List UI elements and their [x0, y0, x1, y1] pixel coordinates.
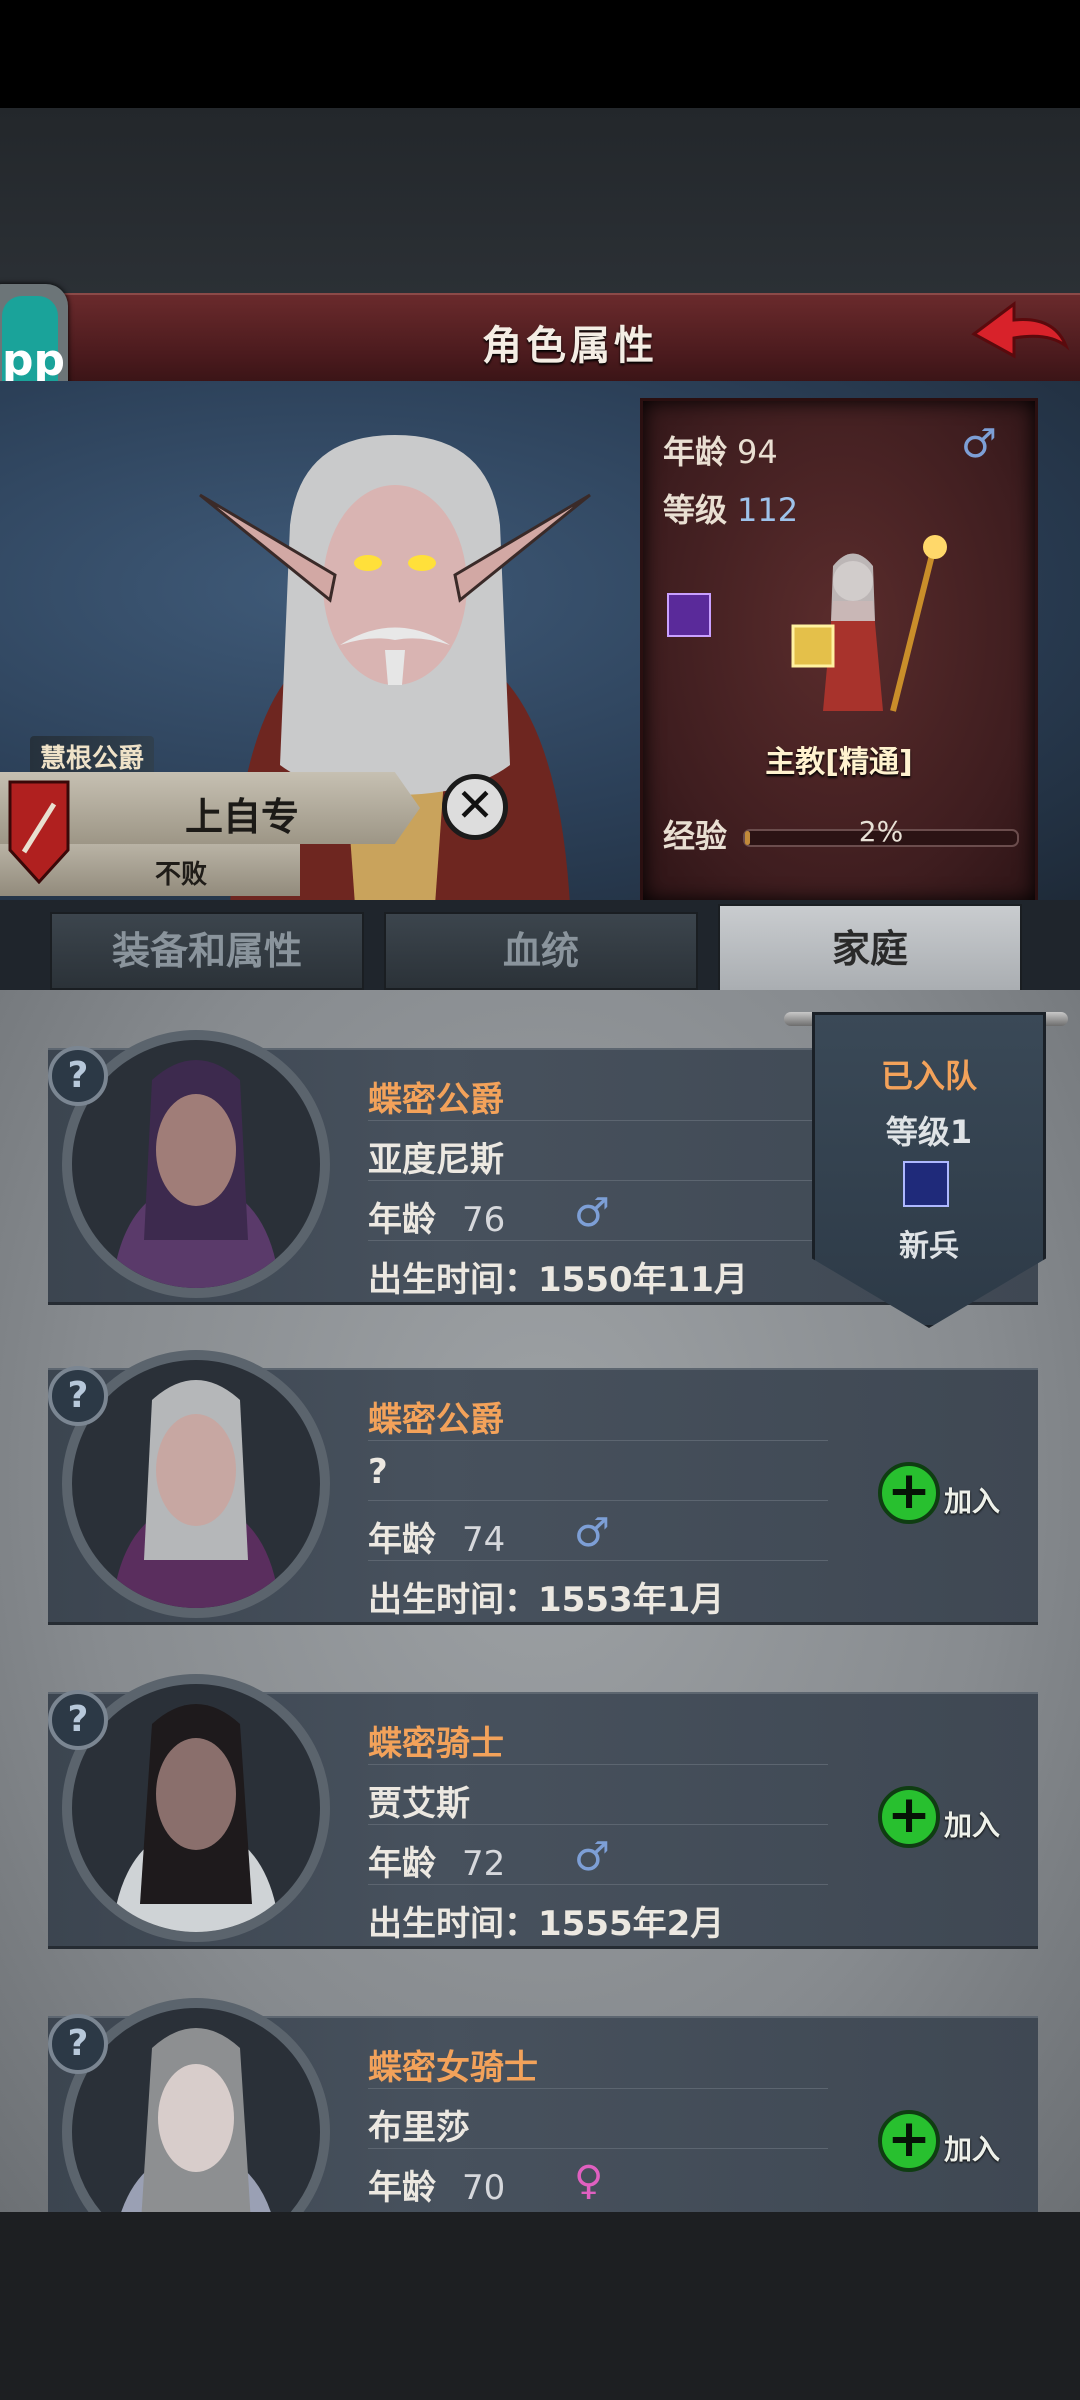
divider — [368, 1180, 828, 1181]
skill-icon[interactable] — [667, 593, 711, 637]
help-icon[interactable]: ? — [48, 1046, 108, 1106]
member-rank: 蝶密骑士 — [368, 1724, 504, 1764]
page-header: 角色属性 — [60, 293, 1080, 386]
join-button[interactable]: + 加入 — [878, 2110, 1018, 2176]
page-title: 角色属性 — [482, 323, 658, 369]
background-band — [0, 108, 1080, 293]
tab-family[interactable]: 家庭 — [718, 904, 1022, 994]
team-level: 等级1 — [885, 1113, 973, 1151]
status-bar — [0, 0, 1080, 108]
divider — [368, 2148, 828, 2149]
exp-label: 经验 — [663, 817, 728, 855]
age-label: 年龄 — [368, 1200, 436, 1240]
class-name: 主教[精通] — [765, 745, 913, 780]
divider — [368, 1240, 828, 1241]
age-label: 年龄 — [368, 1520, 436, 1560]
divider — [368, 1824, 828, 1825]
join-button[interactable]: + 加入 — [878, 1462, 1018, 1528]
male-gender-icon: ♂ — [574, 1190, 610, 1236]
tab-bar: 装备和属性 血统 家庭 — [0, 900, 1080, 994]
age-value: 74 — [462, 1520, 506, 1560]
help-icon[interactable]: ? — [48, 2014, 108, 2074]
member-rank: 蝶密公爵 — [368, 1400, 504, 1440]
divider — [368, 1120, 828, 1121]
member-birth: 出生时间：1550年11月 — [368, 1260, 748, 1300]
navigation-bar — [0, 2212, 1080, 2400]
age-value: 76 — [462, 1200, 506, 1240]
join-label: 加入 — [944, 1485, 1001, 1518]
hero-area: 年龄94 ♂ 等级112 主教[精通] 经验 2% 慧根公爵 上自专 不败 — [0, 381, 1080, 901]
divider — [368, 2088, 828, 2089]
divider — [368, 1764, 828, 1765]
join-button[interactable]: + 加入 — [878, 1786, 1018, 1852]
member-age: 年龄 70 — [368, 2160, 505, 2209]
help-icon[interactable]: ? — [48, 1690, 108, 1750]
divider — [368, 1560, 828, 1561]
plus-icon: + — [878, 1786, 940, 1848]
tab-bloodline[interactable]: 血统 — [384, 912, 698, 990]
plus-icon: + — [878, 2110, 940, 2172]
member-age: 年龄 74 — [368, 1512, 505, 1561]
member-age: 年龄 76 — [368, 1192, 505, 1241]
member-name: 布里莎 — [368, 2108, 470, 2148]
character-epithet: 不败 — [155, 860, 208, 890]
list-item[interactable]: ? 蝶密公爵 ? 年龄 74 ♂ 出生时间：1553年1月 + 加入 — [48, 1350, 1038, 1625]
divider — [368, 1884, 828, 1885]
level-label: 等级 — [663, 491, 728, 529]
sword-shield-icon — [8, 780, 70, 884]
age-label: 年龄 — [663, 433, 728, 471]
stats-panel: 年龄 94 ♂ 等级 112 主教[精通] 经验 2% — [640, 398, 1038, 901]
male-gender-icon: ♂ — [574, 1510, 610, 1556]
exp-value: 2% — [858, 815, 904, 848]
back-arrow-icon[interactable] — [970, 298, 1070, 376]
age-value: 70 — [462, 2168, 506, 2208]
member-birth: 出生时间：1555年2月 — [368, 1904, 725, 1944]
team-status: 已入队 — [880, 1057, 977, 1095]
character-name: 上自专 — [185, 795, 300, 839]
male-gender-icon: ♂ — [574, 1834, 610, 1880]
divider — [368, 1500, 828, 1501]
close-icon[interactable]: ✕ — [442, 774, 508, 840]
list-item[interactable]: ? 蝶密女骑士 布里莎 年龄 70 ♀ + 加入 — [48, 1998, 1038, 2212]
divider — [368, 1440, 828, 1441]
member-name: 亚度尼斯 — [368, 1140, 504, 1180]
member-name: 贾艾斯 — [368, 1784, 470, 1824]
age-value: 94 — [737, 433, 778, 471]
female-gender-icon: ♀ — [574, 2158, 604, 2204]
exp-progress-bar: 2% — [743, 815, 1019, 848]
unit-type: 新兵 — [899, 1229, 959, 1264]
age-value: 72 — [462, 1844, 506, 1884]
age-label: 年龄 — [368, 1844, 436, 1884]
unit-type-icon — [903, 1161, 949, 1207]
member-name: ? — [368, 1452, 388, 1492]
member-birth: 出生时间：1553年1月 — [368, 1580, 725, 1620]
class-figure — [791, 535, 947, 712]
member-rank: 蝶密女骑士 — [368, 2048, 538, 2088]
plus-icon: + — [878, 1462, 940, 1524]
member-rank: 蝶密公爵 — [368, 1080, 504, 1120]
join-label: 加入 — [944, 1809, 1001, 1842]
male-gender-icon: ♂ — [961, 421, 997, 467]
age-label: 年龄 — [368, 2168, 436, 2208]
join-label: 加入 — [944, 2133, 1001, 2166]
noble-title-badge: 慧根公爵 — [30, 736, 155, 777]
tab-equipment[interactable]: 装备和属性 — [50, 912, 364, 990]
help-icon[interactable]: ? — [48, 1366, 108, 1426]
list-item[interactable]: ? 蝶密骑士 贾艾斯 年龄 72 ♂ 出生时间：1555年2月 + 加入 — [48, 1674, 1038, 1949]
member-age: 年龄 72 — [368, 1836, 505, 1885]
